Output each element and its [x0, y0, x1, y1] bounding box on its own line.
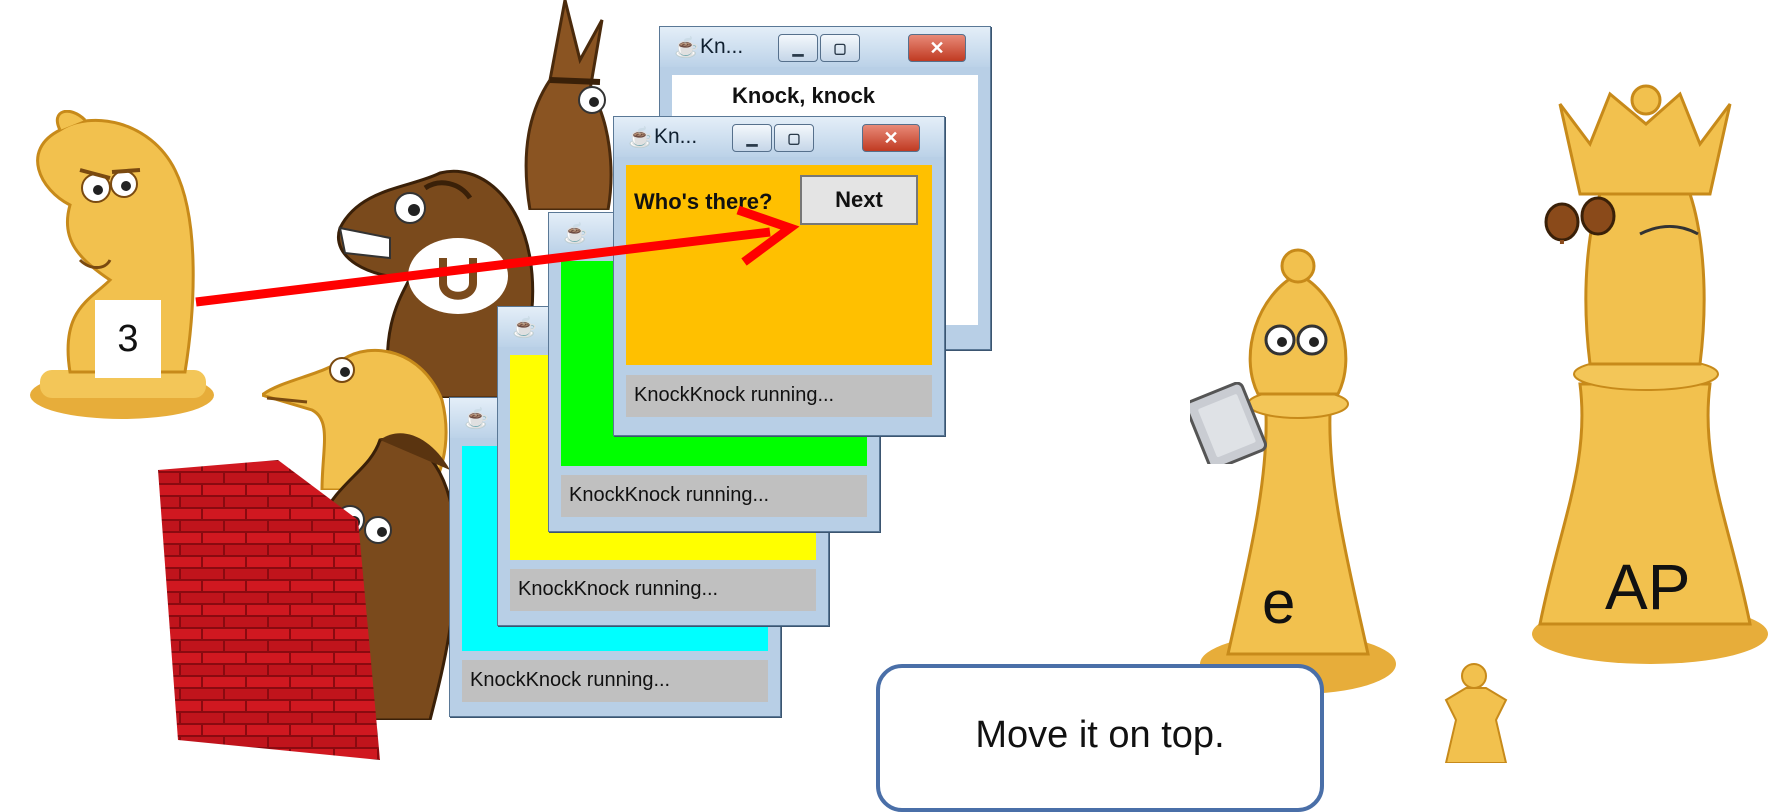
knockknock-window-front[interactable]: ☕ Kn... ▁ ▢ ✕ Who's there? Next KnockKno…: [613, 116, 945, 436]
knight-number-label: 3: [95, 300, 161, 378]
brick-wall: [158, 460, 380, 760]
gold-small-piece: [1436, 660, 1516, 763]
title-bar[interactable]: ☕ Kn... ▁ ▢ ✕: [660, 27, 990, 67]
tablet-icon: [1190, 382, 1276, 464]
status-bar: KnockKnock running...: [462, 660, 768, 702]
prompt-label: Who's there?: [634, 189, 773, 214]
gold-bishop-piece: [1188, 244, 1408, 700]
java-coffee-icon: ☕: [512, 317, 537, 339]
status-bar: KnockKnock running...: [561, 475, 867, 517]
bishop-label: e: [1262, 569, 1296, 636]
horseshoe-icon: [408, 238, 508, 314]
knock-header: Knock, knock: [732, 83, 876, 108]
callout-text: Move it on top.: [975, 714, 1225, 756]
next-button[interactable]: Next: [800, 175, 918, 225]
instruction-callout: Move it on top.: [876, 664, 1324, 812]
maximize-button[interactable]: ▢: [820, 34, 860, 62]
java-coffee-icon: ☕: [628, 127, 653, 149]
gold-knight-piece: [0, 110, 220, 430]
queen-label: AP: [1605, 551, 1691, 623]
java-coffee-icon: ☕: [464, 408, 489, 430]
window-title: Kn...: [700, 35, 744, 58]
title-bar[interactable]: ☕ Kn... ▁ ▢ ✕: [614, 117, 944, 157]
status-bar: KnockKnock running...: [510, 569, 816, 611]
status-bar: KnockKnock running...: [626, 375, 932, 417]
maximize-button[interactable]: ▢: [774, 124, 814, 152]
java-coffee-icon: ☕: [674, 37, 699, 59]
java-coffee-icon: ☕: [563, 223, 588, 245]
close-button[interactable]: ✕: [862, 124, 920, 152]
minimize-button[interactable]: ▁: [732, 124, 772, 152]
window-title: Kn...: [654, 125, 698, 148]
close-button[interactable]: ✕: [908, 34, 966, 62]
minimize-button[interactable]: ▁: [778, 34, 818, 62]
binoculars-icon: [1540, 196, 1622, 244]
window-content: Who's there? Next: [626, 165, 932, 365]
